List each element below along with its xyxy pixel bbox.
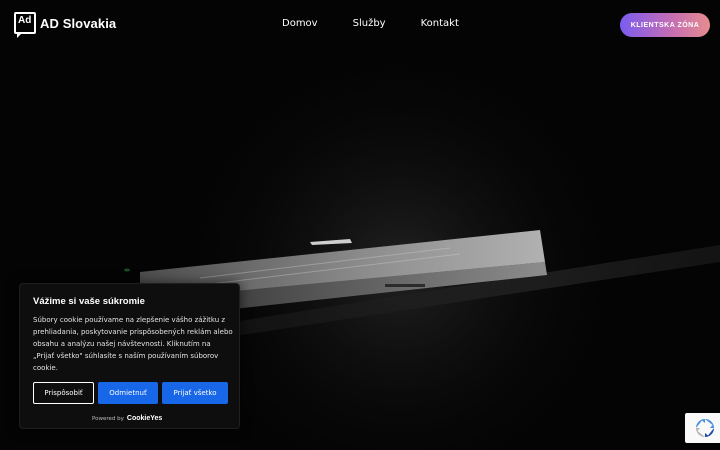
cookie-description: Súbory cookie používame na zlepšenie váš… <box>33 316 233 372</box>
powered-by-label: Powered by <box>92 415 124 422</box>
logo-link[interactable]: Ad AD Slovakia <box>14 12 117 38</box>
nav-item-sluzby[interactable]: Služby <box>353 18 386 29</box>
accept-all-button[interactable]: Prijať všetko <box>162 382 228 404</box>
recaptcha-badge[interactable] <box>685 413 720 443</box>
page: Ad AD Slovakia Domov Služby Kontakt KLIE… <box>0 0 720 450</box>
cookieyes-logo: CookieYes <box>126 415 163 422</box>
nav-item-kontakt[interactable]: Kontakt <box>421 18 459 29</box>
logo-mark-text: Ad <box>18 15 32 26</box>
customize-button[interactable]: Prispôsobiť <box>33 382 94 404</box>
main-nav: Domov Služby Kontakt <box>282 18 459 29</box>
site-header: Ad AD Slovakia Domov Služby Kontakt KLIE… <box>0 0 720 50</box>
reject-button[interactable]: Odmietnuť <box>98 382 158 404</box>
ad-logo-icon: Ad <box>14 12 36 38</box>
cookie-title: Vážime si vaše súkromie <box>33 296 145 307</box>
cookie-consent-banner: Vážime si vaše súkromie Súbory cookie po… <box>19 283 240 429</box>
cookie-buttons: Prispôsobiť Odmietnuť Prijať všetko <box>33 382 228 404</box>
client-zone-button[interactable]: KLIENTSKA ZÓNA <box>620 13 710 37</box>
powered-by[interactable]: Powered by CookieYes <box>92 415 162 422</box>
nav-item-domov[interactable]: Domov <box>282 18 318 29</box>
recaptcha-icon <box>696 419 714 437</box>
logo-text: AD Slovakia <box>40 15 117 31</box>
